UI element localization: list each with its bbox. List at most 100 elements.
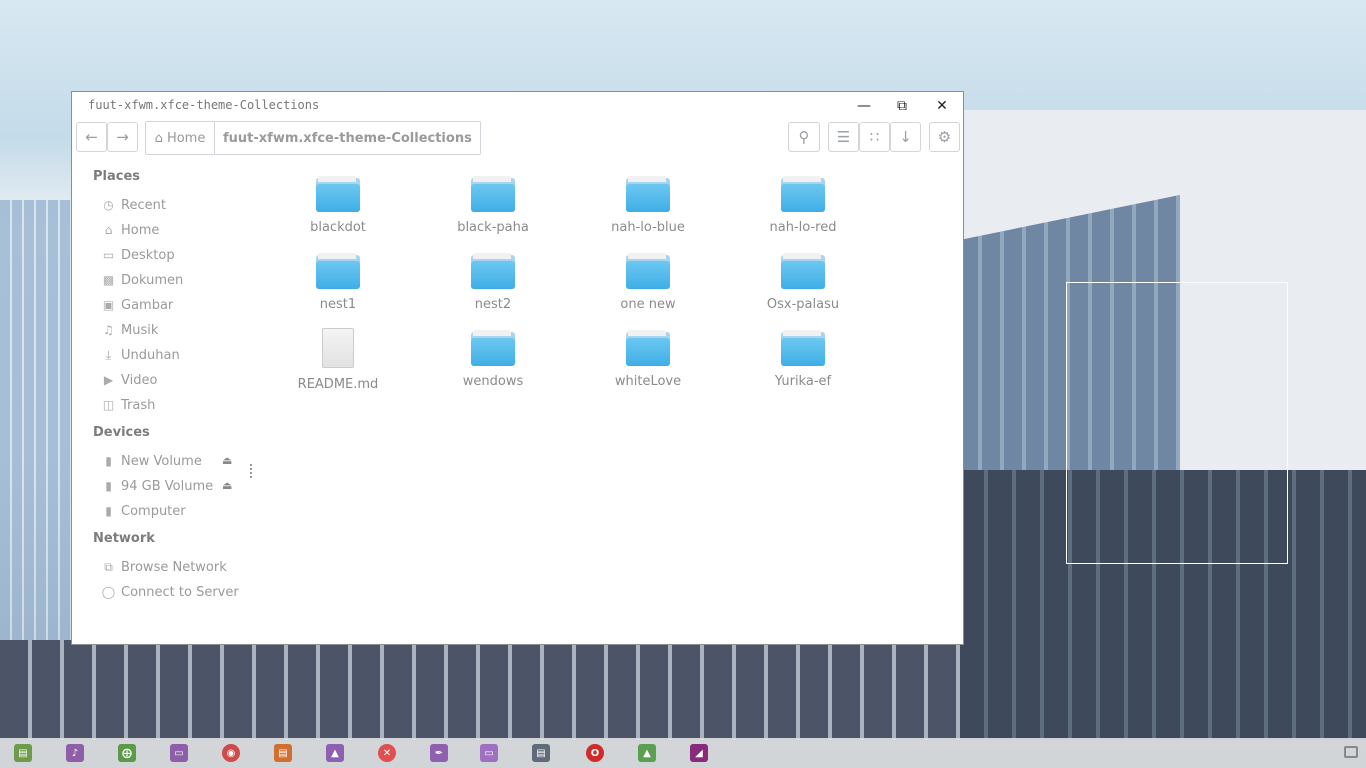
eject-icon[interactable]: ⏏ bbox=[222, 454, 232, 467]
list-view-icon: ☰ bbox=[836, 128, 851, 146]
picture-icon: ▣ bbox=[102, 298, 115, 312]
sidebar-item-unduhan[interactable]: ⤓ Unduhan bbox=[101, 345, 180, 365]
sidebar-item-browse-network[interactable]: ⧉ Browse Network bbox=[101, 557, 227, 577]
menu-button[interactable]: ⚙ bbox=[929, 122, 960, 152]
folder-item[interactable]: black-paha bbox=[418, 176, 568, 235]
network-header: Network bbox=[93, 531, 155, 546]
tray-icon[interactable] bbox=[1344, 746, 1358, 758]
folder-item[interactable]: wendows bbox=[418, 330, 568, 389]
arrow-right-icon: → bbox=[116, 128, 129, 146]
sidebar-item-dokumen[interactable]: ▩ Dokumen bbox=[101, 270, 183, 290]
opera-icon[interactable]: O bbox=[586, 744, 604, 762]
file-item[interactable]: README.md bbox=[263, 328, 413, 392]
folder-icon bbox=[781, 330, 825, 366]
sidebar-resize-handle[interactable] bbox=[250, 464, 252, 480]
close-icon: ✕ bbox=[936, 98, 948, 114]
maximize-button[interactable]: ⧉ bbox=[891, 95, 913, 117]
toolbar: ← → ⌂ Home fuut-xfwm.xfce-theme-Collecti… bbox=[72, 120, 963, 158]
folder-item[interactable]: one new bbox=[573, 253, 723, 312]
places-header: Places bbox=[93, 169, 141, 184]
folder-item[interactable]: Osx-palasu bbox=[728, 253, 878, 312]
home-icon: ⌂ bbox=[104, 223, 113, 237]
sidebar-item-94gb-volume[interactable]: ▮ 94 GB Volume bbox=[101, 476, 213, 496]
breadcrumb-current[interactable]: fuut-xfwm.xfce-theme-Collections bbox=[215, 122, 480, 154]
sidebar-item-home[interactable]: ⌂ Home bbox=[101, 220, 160, 240]
video-icon: ▶ bbox=[103, 373, 114, 387]
folder-icon bbox=[471, 330, 515, 366]
music-icon: ♫ bbox=[103, 323, 114, 337]
folder-icon bbox=[471, 176, 515, 212]
sidebar-item-recent[interactable]: ◷ Recent bbox=[101, 195, 166, 215]
app-1-icon[interactable]: ▤ bbox=[14, 744, 32, 762]
app-5-icon[interactable]: ◉ bbox=[222, 744, 240, 762]
folder-item[interactable]: nest1 bbox=[263, 253, 413, 312]
drive-icon: ▮ bbox=[105, 504, 112, 518]
sidebar-item-trash[interactable]: ◫ Trash bbox=[101, 395, 156, 415]
folder-icon bbox=[626, 176, 670, 212]
sort-button[interactable]: ↓ bbox=[890, 122, 921, 152]
sidebar-item-computer[interactable]: ▮ Computer bbox=[101, 501, 185, 521]
folder-icon bbox=[781, 253, 825, 289]
search-icon: ⚲ bbox=[798, 128, 810, 146]
sidebar-item-musik[interactable]: ♫ Musik bbox=[101, 320, 158, 340]
close-button[interactable]: ✕ bbox=[931, 95, 953, 117]
browser-icon[interactable]: ▤ bbox=[532, 744, 550, 762]
app-7-icon[interactable]: ▲ bbox=[326, 744, 344, 762]
text-file-icon bbox=[322, 328, 354, 368]
download-icon: ⤓ bbox=[105, 347, 112, 362]
trash-icon: ◫ bbox=[102, 398, 115, 412]
folder-icon bbox=[316, 253, 360, 289]
selection-rectangle bbox=[1066, 282, 1288, 564]
minimize-icon: — bbox=[857, 98, 871, 114]
taskbar: ▤ ♪ ⨁ ▭ ◉ ▤ ▲ ✕ ✒ ▭ ▤ O ▲ ◢ bbox=[0, 738, 1366, 768]
folder-icon bbox=[316, 176, 360, 212]
sidebar-item-gambar[interactable]: ▣ Gambar bbox=[101, 295, 173, 315]
forward-button[interactable]: → bbox=[107, 122, 138, 152]
desktop-icon: ▭ bbox=[102, 248, 115, 262]
app-3-icon[interactable]: ⨁ bbox=[118, 744, 136, 762]
minimize-button[interactable]: — bbox=[853, 95, 875, 117]
app-2-icon[interactable]: ♪ bbox=[66, 744, 84, 762]
folder-icon bbox=[626, 253, 670, 289]
folder-item[interactable]: whiteLove bbox=[573, 330, 723, 389]
app-6-icon[interactable]: ▤ bbox=[274, 744, 292, 762]
globe-icon: ◯ bbox=[101, 585, 116, 599]
image-viewer-icon[interactable]: ▲ bbox=[638, 744, 656, 762]
sidebar-item-new-volume[interactable]: ▮ New Volume bbox=[101, 451, 202, 471]
sidebar-item-connect-to-server[interactable]: ◯ Connect to Server bbox=[101, 582, 239, 602]
drive-icon: ▮ bbox=[105, 454, 112, 468]
folder-item[interactable]: blackdot bbox=[263, 176, 413, 235]
restore-icon: ⧉ bbox=[897, 98, 907, 114]
folder-icon bbox=[626, 330, 670, 366]
grid-view-button[interactable]: ∷ bbox=[859, 122, 890, 152]
file-grid: blackdot black-paha nah-lo-blue nah-lo-r… bbox=[262, 160, 963, 644]
folder-item[interactable]: nah-lo-blue bbox=[573, 176, 723, 235]
app-4-icon[interactable]: ▭ bbox=[170, 744, 188, 762]
breadcrumb: ⌂ Home fuut-xfwm.xfce-theme-Collections bbox=[145, 121, 481, 155]
folder-item[interactable]: nest2 bbox=[418, 253, 568, 312]
app-14-icon[interactable]: ◢ bbox=[690, 744, 708, 762]
home-icon: ⌂ bbox=[154, 130, 163, 146]
folder-item[interactable]: Yurika-ef bbox=[728, 330, 878, 389]
search-button[interactable]: ⚲ bbox=[788, 122, 820, 152]
folder-icon bbox=[471, 253, 515, 289]
file-manager-window: fuut-xfwm.xfce-theme-Collections — ⧉ ✕ ←… bbox=[71, 91, 964, 645]
app-8-icon[interactable]: ✕ bbox=[378, 744, 396, 762]
sidebar: Places ◷ Recent ⌂ Home ▭ Desktop ▩ Dokumen ▣… bbox=[72, 160, 262, 644]
sidebar-item-desktop[interactable]: ▭ Desktop bbox=[101, 245, 175, 265]
sidebar-item-video[interactable]: ▶ Video bbox=[101, 370, 158, 390]
arrow-left-icon: ← bbox=[85, 128, 98, 146]
grid-view-icon: ∷ bbox=[869, 128, 880, 146]
titlebar[interactable]: fuut-xfwm.xfce-theme-Collections — ⧉ ✕ bbox=[72, 92, 963, 120]
arrow-down-icon: ↓ bbox=[899, 128, 912, 146]
eject-icon[interactable]: ⏏ bbox=[222, 479, 232, 492]
folder-icon bbox=[781, 176, 825, 212]
back-button[interactable]: ← bbox=[76, 122, 107, 152]
document-icon: ▩ bbox=[102, 273, 115, 287]
list-view-button[interactable]: ☰ bbox=[828, 122, 859, 152]
folder-icon[interactable]: ▭ bbox=[480, 744, 498, 762]
breadcrumb-home[interactable]: ⌂ Home bbox=[146, 122, 215, 154]
gear-icon: ⚙ bbox=[937, 128, 952, 146]
app-9-icon[interactable]: ✒ bbox=[430, 744, 448, 762]
folder-item[interactable]: nah-lo-red bbox=[728, 176, 878, 235]
